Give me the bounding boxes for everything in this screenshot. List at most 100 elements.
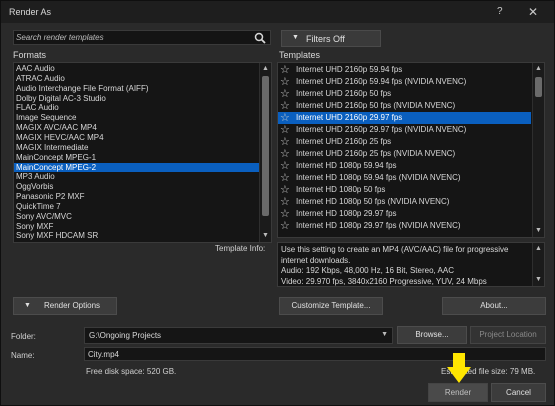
star-icon[interactable]: ☆ xyxy=(280,100,290,112)
format-item[interactable]: Sony Perfect Clarity Audio xyxy=(14,241,259,242)
folder-select[interactable]: G:\Ongoing Projects ▼ xyxy=(84,327,393,344)
format-item[interactable]: OggVorbis xyxy=(14,182,259,191)
templates-list[interactable]: ▲ ▼ ☆ Internet UHD 2160p 59.94 fps ☆ Intern… xyxy=(277,62,545,238)
templates-scroll-thumb[interactable] xyxy=(535,77,542,97)
folder-label: Folder: xyxy=(11,332,36,341)
browse-button[interactable]: Browse... xyxy=(397,326,467,344)
star-icon[interactable]: ☆ xyxy=(280,76,290,88)
format-item[interactable]: FLAC Audio xyxy=(14,103,259,112)
format-item[interactable]: AAC Audio xyxy=(14,64,259,73)
star-icon[interactable]: ☆ xyxy=(280,136,290,148)
template-label: Internet HD 1080p 29.97 fps xyxy=(296,209,397,218)
star-icon[interactable]: ☆ xyxy=(280,196,290,208)
folder-value: G:\Ongoing Projects xyxy=(89,331,162,340)
star-icon[interactable]: ☆ xyxy=(280,112,290,124)
star-icon[interactable]: ☆ xyxy=(280,148,290,160)
template-label: Internet UHD 2160p 59.94 fps (NVIDIA NVE… xyxy=(296,77,467,86)
template-label: Internet UHD 2160p 50 fps xyxy=(296,89,392,98)
template-item[interactable]: ☆ Internet UHD 2160p 25 fps (NVIDIA NVENC… xyxy=(278,148,531,160)
pointer-arrow-icon xyxy=(447,353,471,383)
format-item[interactable]: MAGIX HEVC/AAC MP4 xyxy=(14,133,259,142)
name-label: Name: xyxy=(11,351,35,360)
template-item[interactable]: ☆ Internet HD 1080p 59.94 fps xyxy=(278,160,531,172)
template-label: Internet UHD 2160p 59.94 fps xyxy=(296,65,403,74)
format-item[interactable]: Image Sequence xyxy=(14,113,259,122)
format-item[interactable]: MAGIX Intermediate xyxy=(14,143,259,152)
star-icon[interactable]: ☆ xyxy=(280,88,290,100)
star-icon[interactable]: ☆ xyxy=(280,184,290,196)
scroll-up-icon[interactable]: ▲ xyxy=(533,64,544,74)
template-item[interactable]: ☆ Internet UHD 2160p 29.97 fps xyxy=(278,112,531,124)
scroll-up-icon[interactable]: ▲ xyxy=(533,244,544,254)
templates-label: Templates xyxy=(279,50,321,60)
star-icon[interactable]: ☆ xyxy=(280,64,290,76)
template-item[interactable]: ☆ Internet HD 1080p 50 fps xyxy=(278,184,531,196)
format-item[interactable]: MP3 Audio xyxy=(14,172,259,181)
star-icon[interactable]: ☆ xyxy=(280,220,290,232)
chevron-down-icon: ▼ xyxy=(24,302,31,309)
search-icon[interactable] xyxy=(254,32,266,44)
help-button[interactable]: ? xyxy=(497,6,503,17)
format-item[interactable]: QuickTime 7 xyxy=(14,202,259,211)
format-item[interactable]: Sony MXF xyxy=(14,222,259,231)
template-item[interactable]: ☆ Internet UHD 2160p 59.94 fps xyxy=(278,64,531,76)
project-location-button[interactable]: Project Location xyxy=(470,326,546,344)
format-item[interactable]: MAGIX AVC/AAC MP4 xyxy=(14,123,259,132)
format-item[interactable]: ATRAC Audio xyxy=(14,74,259,83)
filters-button[interactable]: ▼ Filters Off xyxy=(281,30,381,47)
template-item[interactable]: ☆ Internet HD 1080p 29.97 fps (NVIDIA NVE… xyxy=(278,220,531,232)
format-item[interactable]: Dolby Digital AC-3 Studio xyxy=(14,94,259,103)
template-label: Internet HD 1080p 59.94 fps xyxy=(296,161,397,170)
scroll-up-icon[interactable]: ▲ xyxy=(260,64,271,74)
format-item[interactable]: Panasonic P2 MXF xyxy=(14,192,259,201)
template-info-line: Video: 29.970 fps, 3840x2160 Progressive… xyxy=(281,276,487,286)
chevron-down-icon[interactable]: ▼ xyxy=(381,331,388,338)
star-icon[interactable]: ☆ xyxy=(280,124,290,136)
template-info-box: ▲ ▼ Use this setting to create an MP4 (A… xyxy=(277,242,545,287)
template-label: Internet HD 1080p 50 fps (NVIDIA NVENC) xyxy=(296,197,450,206)
info-scrollbar[interactable]: ▲ ▼ xyxy=(532,243,544,286)
template-item[interactable]: ☆ Internet HD 1080p 50 fps (NVIDIA NVENC) xyxy=(278,196,531,208)
formats-list[interactable]: ▲ ▼ AAC Audio ATRAC Audio Audio Interchang… xyxy=(13,62,272,243)
template-label: Internet HD 1080p 50 fps xyxy=(296,185,386,194)
format-item[interactable]: MainConcept MPEG-2 xyxy=(14,162,259,172)
formats-scroll-thumb[interactable] xyxy=(262,76,269,216)
scroll-down-icon[interactable]: ▼ xyxy=(533,226,544,236)
template-item[interactable]: ☆ Internet UHD 2160p 29.97 fps (NVIDIA NV… xyxy=(278,124,531,136)
about-button[interactable]: About... xyxy=(442,297,546,315)
template-info-line: internet downloads. xyxy=(281,255,351,265)
format-item[interactable]: Audio Interchange File Format (AIFF) xyxy=(14,84,259,93)
template-label: Internet HD 1080p 59.94 fps (NVIDIA NVEN… xyxy=(296,173,461,182)
cancel-button[interactable]: Cancel xyxy=(491,383,546,402)
template-item[interactable]: ☆ Internet UHD 2160p 25 fps xyxy=(278,136,531,148)
template-item[interactable]: ☆ Internet HD 1080p 59.94 fps (NVIDIA NVE… xyxy=(278,172,531,184)
template-item[interactable]: ☆ Internet HD 1080p 29.97 fps xyxy=(278,208,531,220)
star-icon[interactable]: ☆ xyxy=(280,160,290,172)
format-item[interactable]: Sony AVC/MVC xyxy=(14,212,259,221)
star-icon[interactable]: ☆ xyxy=(280,208,290,220)
search-box[interactable] xyxy=(13,30,271,45)
format-item[interactable]: Sony MXF HDCAM SR xyxy=(14,231,259,240)
templates-scrollbar[interactable]: ▲ ▼ xyxy=(532,63,544,237)
template-info-line: Use this setting to create an MP4 (AVC/A… xyxy=(281,245,509,254)
name-field[interactable] xyxy=(84,347,546,361)
scroll-down-icon[interactable]: ▼ xyxy=(533,275,544,285)
window-title: Render As xyxy=(9,7,52,17)
template-item[interactable]: ☆ Internet UHD 2160p 59.94 fps (NVIDIA NV… xyxy=(278,76,531,88)
template-label: Internet UHD 2160p 29.97 fps (NVIDIA NVE… xyxy=(296,125,467,134)
close-button[interactable]: ✕ xyxy=(528,5,538,19)
template-info-line: Audio: 192 Kbps, 48,000 Hz, 16 Bit, Ster… xyxy=(281,266,454,275)
star-icon[interactable]: ☆ xyxy=(280,172,290,184)
render-options-button[interactable]: ▼ Render Options xyxy=(13,297,117,315)
filters-label: Filters Off xyxy=(306,34,345,44)
title-bar: Render As ? ✕ xyxy=(1,1,554,23)
template-item[interactable]: ☆ Internet UHD 2160p 50 fps xyxy=(278,88,531,100)
scroll-down-icon[interactable]: ▼ xyxy=(260,231,271,241)
customize-template-button[interactable]: Customize Template... xyxy=(279,297,383,315)
format-item[interactable]: MainConcept MPEG-1 xyxy=(14,153,259,162)
template-item[interactable]: ☆ Internet UHD 2160p 50 fps (NVIDIA NVENC… xyxy=(278,100,531,112)
formats-scrollbar[interactable]: ▲ ▼ xyxy=(259,63,271,242)
render-button[interactable]: Render xyxy=(428,383,488,402)
search-input[interactable] xyxy=(16,32,244,43)
template-label: Internet UHD 2160p 25 fps xyxy=(296,137,392,146)
